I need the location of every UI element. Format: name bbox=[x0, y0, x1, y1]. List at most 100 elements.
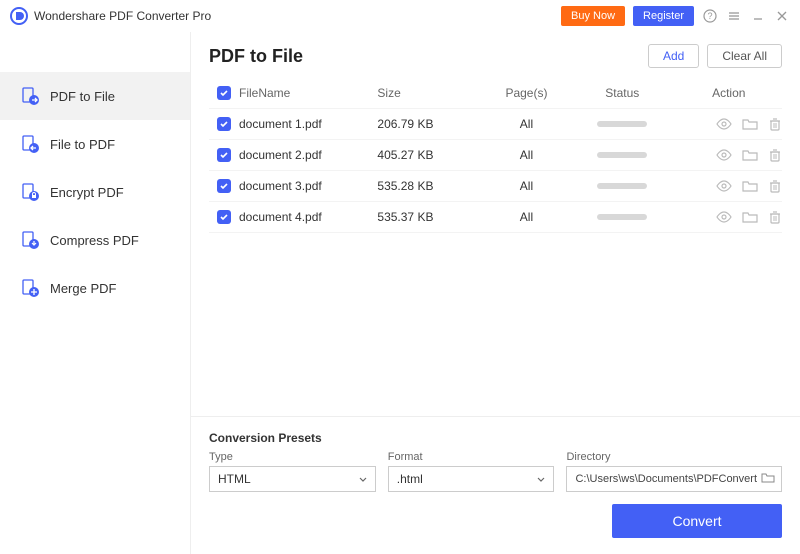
sidebar-item-label: File to PDF bbox=[50, 137, 115, 152]
directory-group: Directory C:\Users\ws\Documents\PDFConve… bbox=[566, 451, 782, 492]
cell-pages: All bbox=[484, 148, 569, 162]
header-filename: FileName bbox=[239, 86, 377, 100]
cell-pages: All bbox=[484, 117, 569, 131]
cell-size: 535.37 KB bbox=[377, 210, 483, 224]
status-bar bbox=[597, 183, 647, 189]
type-label: Type bbox=[209, 451, 376, 463]
preview-icon[interactable] bbox=[716, 149, 732, 161]
file-table: FileName Size Page(s) Status Action docu… bbox=[191, 78, 800, 416]
sidebar-item-file-to-pdf[interactable]: File to PDF bbox=[0, 120, 190, 168]
cell-action bbox=[676, 179, 782, 193]
footer: Conversion Presets Type HTML Format .htm… bbox=[191, 416, 800, 554]
delete-icon[interactable] bbox=[768, 117, 782, 131]
clear-all-button[interactable]: Clear All bbox=[707, 44, 782, 68]
format-label: Format bbox=[388, 451, 555, 463]
select-all-checkbox[interactable] bbox=[217, 86, 231, 100]
sidebar-item-encrypt-pdf[interactable]: Encrypt PDF bbox=[0, 168, 190, 216]
cell-size: 206.79 KB bbox=[377, 117, 483, 131]
sidebar-item-label: PDF to File bbox=[50, 89, 115, 104]
status-bar bbox=[597, 121, 647, 127]
presets-row: Type HTML Format .html Directory bbox=[209, 451, 782, 492]
compress-pdf-icon bbox=[20, 230, 40, 250]
row-checkbox[interactable] bbox=[217, 117, 231, 131]
format-group: Format .html bbox=[388, 451, 555, 492]
cell-action bbox=[676, 148, 782, 162]
add-button[interactable]: Add bbox=[648, 44, 699, 68]
delete-icon[interactable] bbox=[768, 148, 782, 162]
table-row[interactable]: document 2.pdf405.27 KBAll bbox=[209, 140, 782, 171]
format-select[interactable]: .html bbox=[388, 466, 555, 492]
titlebar-right: Buy Now Register ? bbox=[561, 6, 790, 26]
cell-filename: document 2.pdf bbox=[239, 148, 377, 162]
status-bar bbox=[597, 214, 647, 220]
merge-pdf-icon bbox=[20, 278, 40, 298]
sidebar-item-label: Encrypt PDF bbox=[50, 185, 124, 200]
open-folder-icon[interactable] bbox=[742, 211, 758, 223]
register-button[interactable]: Register bbox=[633, 6, 694, 26]
content-header: PDF to File Add Clear All bbox=[191, 32, 800, 78]
app-logo-icon bbox=[10, 7, 28, 25]
cell-size: 535.28 KB bbox=[377, 179, 483, 193]
close-icon[interactable] bbox=[774, 8, 790, 24]
row-checkbox[interactable] bbox=[217, 210, 231, 224]
header-action: Action bbox=[676, 86, 782, 100]
open-folder-icon[interactable] bbox=[742, 149, 758, 161]
status-bar bbox=[597, 152, 647, 158]
cell-filename: document 3.pdf bbox=[239, 179, 377, 193]
main: PDF to File File to PDF Encrypt PDF Comp… bbox=[0, 32, 800, 554]
menu-icon[interactable] bbox=[726, 8, 742, 24]
cell-action bbox=[676, 210, 782, 224]
directory-value: C:\Users\ws\Documents\PDFConvert bbox=[575, 473, 757, 485]
presets-title: Conversion Presets bbox=[209, 431, 782, 445]
table-row[interactable]: document 4.pdf535.37 KBAll bbox=[209, 202, 782, 233]
header-buttons: Add Clear All bbox=[648, 44, 782, 68]
header-status: Status bbox=[569, 86, 675, 100]
chevron-down-icon bbox=[359, 472, 367, 486]
cell-status bbox=[569, 183, 675, 189]
type-value: HTML bbox=[218, 472, 251, 486]
row-checkbox[interactable] bbox=[217, 148, 231, 162]
cell-status bbox=[569, 152, 675, 158]
preview-icon[interactable] bbox=[716, 211, 732, 223]
help-icon[interactable]: ? bbox=[702, 8, 718, 24]
delete-icon[interactable] bbox=[768, 179, 782, 193]
content: PDF to File Add Clear All FileName Size … bbox=[190, 32, 800, 554]
row-checkbox[interactable] bbox=[217, 179, 231, 193]
convert-button[interactable]: Convert bbox=[612, 504, 782, 538]
cell-action bbox=[676, 117, 782, 131]
app-title: Wondershare PDF Converter Pro bbox=[34, 9, 211, 23]
header-pages: Page(s) bbox=[484, 86, 569, 100]
header-size: Size bbox=[377, 86, 483, 100]
cell-status bbox=[569, 214, 675, 220]
sidebar-item-compress-pdf[interactable]: Compress PDF bbox=[0, 216, 190, 264]
page-title: PDF to File bbox=[209, 46, 303, 67]
open-folder-icon[interactable] bbox=[742, 118, 758, 130]
titlebar-left: Wondershare PDF Converter Pro bbox=[10, 7, 211, 25]
cell-pages: All bbox=[484, 210, 569, 224]
folder-icon[interactable] bbox=[761, 472, 775, 487]
cell-pages: All bbox=[484, 179, 569, 193]
buy-now-button[interactable]: Buy Now bbox=[561, 6, 625, 26]
sidebar-item-pdf-to-file[interactable]: PDF to File bbox=[0, 72, 190, 120]
sidebar-item-label: Compress PDF bbox=[50, 233, 139, 248]
table-header-row: FileName Size Page(s) Status Action bbox=[209, 78, 782, 109]
table-row[interactable]: document 3.pdf535.28 KBAll bbox=[209, 171, 782, 202]
svg-text:?: ? bbox=[707, 11, 712, 21]
pdf-to-file-icon bbox=[20, 86, 40, 106]
sidebar-item-label: Merge PDF bbox=[50, 281, 116, 296]
delete-icon[interactable] bbox=[768, 210, 782, 224]
chevron-down-icon bbox=[537, 472, 545, 486]
open-folder-icon[interactable] bbox=[742, 180, 758, 192]
cell-filename: document 4.pdf bbox=[239, 210, 377, 224]
minimize-icon[interactable] bbox=[750, 8, 766, 24]
sidebar-item-merge-pdf[interactable]: Merge PDF bbox=[0, 264, 190, 312]
preview-icon[interactable] bbox=[716, 180, 732, 192]
titlebar: Wondershare PDF Converter Pro Buy Now Re… bbox=[0, 0, 800, 32]
directory-input[interactable]: C:\Users\ws\Documents\PDFConvert bbox=[566, 466, 782, 492]
cell-size: 405.27 KB bbox=[377, 148, 483, 162]
file-to-pdf-icon bbox=[20, 134, 40, 154]
preview-icon[interactable] bbox=[716, 118, 732, 130]
directory-label: Directory bbox=[566, 451, 782, 463]
table-row[interactable]: document 1.pdf206.79 KBAll bbox=[209, 109, 782, 140]
type-select[interactable]: HTML bbox=[209, 466, 376, 492]
